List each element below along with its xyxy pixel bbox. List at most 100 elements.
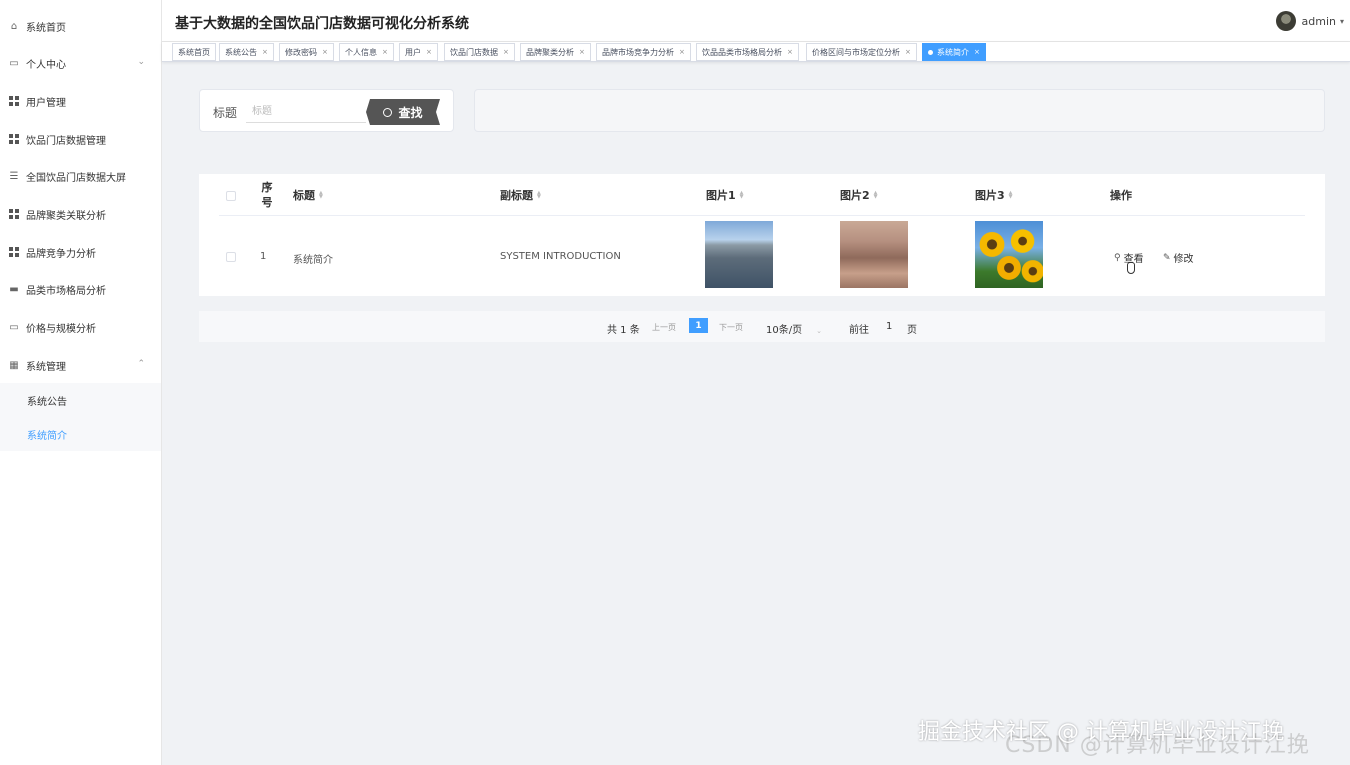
- column-subtitle[interactable]: 副标题 ▲ ▼: [500, 174, 541, 216]
- goto-suffix: 页: [907, 325, 917, 336]
- column-label: 图片2: [840, 189, 870, 202]
- sidebar-item-profile[interactable]: ▭ 个人中心 ⌄: [0, 45, 161, 81]
- column-label: 图片3: [975, 189, 1005, 202]
- chat-icon: ▬: [9, 283, 19, 295]
- tab-category-market[interactable]: 饮品品类市场格局分析 ×: [696, 43, 799, 61]
- page-size-select[interactable]: 10条/页 ⌄: [766, 321, 822, 336]
- tab-home[interactable]: 系统首页: [172, 43, 216, 61]
- page-number-current[interactable]: 1: [689, 318, 708, 333]
- goto-label: 前往: [849, 325, 869, 336]
- search-button-label: 查找: [398, 105, 423, 120]
- top-header: 基于大数据的全国饮品门店数据可视化分析系统 admin ▾: [162, 0, 1350, 42]
- total-count: 共 1 条: [607, 325, 640, 336]
- user-menu[interactable]: admin ▾: [1275, 11, 1344, 31]
- mouse-cursor-icon: [1127, 262, 1135, 274]
- column-label: 图片1: [706, 189, 736, 202]
- close-icon[interactable]: ×: [426, 48, 432, 56]
- close-icon[interactable]: ×: [579, 48, 585, 56]
- column-actions: 操作: [1110, 189, 1132, 202]
- tab-label: 用户: [405, 47, 421, 57]
- search-icon: [383, 108, 392, 117]
- city-street-thumbnail[interactable]: [705, 221, 773, 288]
- grid-icon: [8, 246, 20, 258]
- search-panel: 标题 查找: [199, 89, 454, 132]
- grid-icon: [8, 133, 20, 145]
- sort-icon: ▲ ▼: [873, 190, 878, 200]
- tab-brand-cluster[interactable]: 品牌聚类分析 ×: [520, 43, 591, 61]
- sort-icon: ▲ ▼: [1008, 190, 1013, 200]
- tab-brand-competition[interactable]: 品牌市场竞争力分析 ×: [596, 43, 691, 61]
- row-checkbox[interactable]: [226, 252, 236, 262]
- close-icon[interactable]: ×: [787, 48, 793, 56]
- tab-password[interactable]: 修改密码 ×: [279, 43, 334, 61]
- column-label: 标题: [293, 189, 315, 202]
- edit-button[interactable]: ✎ 修改: [1163, 250, 1194, 266]
- sidebar-item-price-scale[interactable]: ▭ 价格与规模分析: [0, 309, 161, 345]
- goto-page-input[interactable]: 1: [886, 321, 892, 332]
- tab-users[interactable]: 用户 ×: [399, 43, 438, 61]
- app-title: 基于大数据的全国饮品门店数据可视化分析系统: [175, 16, 469, 32]
- grid-icon: [8, 208, 20, 220]
- pagination: 共 1 条 上一页 1 下一页 10条/页 ⌄ 前往 1 页: [199, 311, 1325, 342]
- sidebar-subitem-notice[interactable]: 系统公告: [0, 383, 161, 417]
- column-image2[interactable]: 图片2 ▲ ▼: [840, 174, 878, 216]
- home-icon: ⌂: [10, 20, 18, 32]
- classroom-thumbnail[interactable]: [840, 221, 908, 288]
- next-page-button[interactable]: 下一页: [719, 322, 743, 333]
- sidebar-item-home[interactable]: ⌂ 系统首页: [0, 8, 161, 44]
- close-icon[interactable]: ×: [974, 48, 980, 56]
- close-icon[interactable]: ×: [905, 48, 911, 56]
- sort-icon: ▲ ▼: [537, 190, 541, 200]
- sunflower-thumbnail[interactable]: [975, 221, 1043, 288]
- watermark-juejin: 掘金技术社区 @ 计算机毕业设计江挽: [918, 720, 1284, 745]
- cell-subtitle: SYSTEM INTRODUCTION: [500, 251, 621, 262]
- tab-system-intro[interactable]: 系统简介 ×: [922, 43, 986, 61]
- tab-price-position[interactable]: 价格区间与市场定位分析 ×: [806, 43, 917, 61]
- sidebar-item-brand-cluster[interactable]: 品牌聚类关联分析: [0, 196, 161, 232]
- sidebar-subitem-intro[interactable]: 系统简介: [0, 417, 161, 451]
- tab-notice[interactable]: 系统公告 ×: [219, 43, 274, 61]
- column-image3[interactable]: 图片3 ▲ ▼: [975, 174, 1013, 216]
- sidebar-item-label: 品牌竞争力分析: [26, 248, 96, 260]
- tab-label: 系统公告: [225, 47, 257, 57]
- sidebar-item-system[interactable]: ▦ 系统管理 ⌃: [0, 347, 161, 383]
- data-table: 序号 标题 ▲ ▼ 副标题 ▲ ▼ 图片1 ▲ ▼ 图片2 ▲ ▼ 图片3 ▲ ▼ 操作 1 系统简…: [199, 174, 1325, 296]
- sidebar-item-users[interactable]: 用户管理: [0, 83, 161, 119]
- prev-page-button[interactable]: 上一页: [652, 322, 676, 333]
- chevron-down-icon: ⌄: [137, 57, 145, 67]
- close-icon[interactable]: ×: [503, 48, 509, 56]
- tab-label: 饮品品类市场格局分析: [702, 47, 782, 57]
- active-dot-icon: [928, 49, 933, 55]
- sidebar-item-store-data[interactable]: 饮品门店数据管理: [0, 121, 161, 157]
- tab-label: 修改密码: [285, 47, 317, 57]
- list-icon: ☰: [9, 170, 19, 182]
- magnifier-icon: ⚲: [1114, 252, 1121, 263]
- avatar: [1275, 11, 1296, 31]
- sidebar-item-label: 系统公告: [27, 396, 67, 408]
- column-image1[interactable]: 图片1 ▲ ▼: [706, 174, 744, 216]
- close-icon[interactable]: ×: [322, 48, 328, 56]
- edit-label: 修改: [1173, 254, 1194, 265]
- close-icon[interactable]: ×: [382, 48, 388, 56]
- tab-store-data[interactable]: 饮品门店数据 ×: [444, 43, 515, 61]
- caret-down-icon: ▾: [1339, 16, 1344, 26]
- close-icon[interactable]: ×: [262, 48, 268, 56]
- sidebar-item-label: 用户管理: [26, 97, 66, 109]
- page-size-label: 10条/页: [766, 325, 803, 336]
- sidebar-item-category-market[interactable]: ▬ 品类市场格局分析: [0, 271, 161, 307]
- sidebar-item-brand-competition[interactable]: 品牌竞争力分析: [0, 234, 161, 270]
- close-icon[interactable]: ×: [679, 48, 685, 56]
- sidebar-item-dashboard[interactable]: ☰ 全国饮品门店数据大屏: [0, 158, 161, 194]
- cell-title: 系统简介: [293, 255, 333, 266]
- tab-profile[interactable]: 个人信息 ×: [339, 43, 394, 61]
- search-button[interactable]: 查找: [366, 99, 440, 125]
- select-all-checkbox[interactable]: [226, 191, 236, 201]
- tab-label: 品牌市场竞争力分析: [602, 47, 674, 57]
- column-title[interactable]: 标题 ▲ ▼: [293, 174, 323, 216]
- settings-icon: ▦: [9, 359, 19, 371]
- search-input[interactable]: [246, 101, 366, 123]
- action-panel: [474, 89, 1325, 132]
- sidebar-item-label: 品牌聚类关联分析: [26, 210, 106, 222]
- sidebar-item-label: 系统简介: [27, 430, 67, 442]
- table-header: 序号 标题 ▲ ▼ 副标题 ▲ ▼ 图片1 ▲ ▼ 图片2 ▲ ▼ 图片3 ▲ ▼ 操作: [219, 174, 1305, 216]
